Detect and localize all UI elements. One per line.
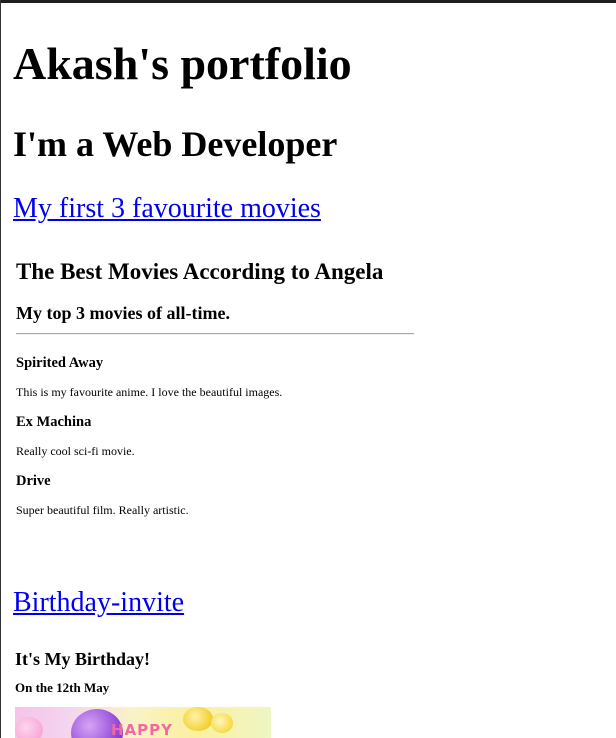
movie-description: This is my favourite anime. I love the b… [16,385,283,399]
movies-link[interactable]: My first 3 favourite movies [13,192,321,226]
yellow-balloon [183,707,213,731]
birthday-heading: It's My Birthday! [15,649,150,669]
page-subtitle: I'm a Web Developer [13,124,338,164]
window-top-border [0,0,616,3]
birthday-balloons-image: HAPPY [15,707,271,738]
window-left-border [0,0,1,738]
movie-title: Spirited Away [16,355,104,371]
movies-embedded-page: The Best Movies According to Angela My t… [16,250,418,530]
movies-divider [16,333,414,335]
movie-description: Super beautiful film. Really artistic. [16,503,189,517]
movies-subheading: My top 3 movies of all-time. [16,303,230,323]
birthday-date: On the 12th May [15,680,110,695]
movie-title: Ex Machina [16,414,92,430]
movies-heading: The Best Movies According to Angela [16,259,384,284]
birthday-invite-link[interactable]: Birthday-invite [13,586,184,620]
happy-image-text: HAPPY [111,721,174,738]
yellow-balloon-small [211,713,233,733]
movie-description: Really cool sci-fi movie. [16,444,135,458]
movie-title: Drive [16,473,51,489]
pink-balloon [15,717,43,738]
page-title: Akash's portfolio [13,38,352,89]
